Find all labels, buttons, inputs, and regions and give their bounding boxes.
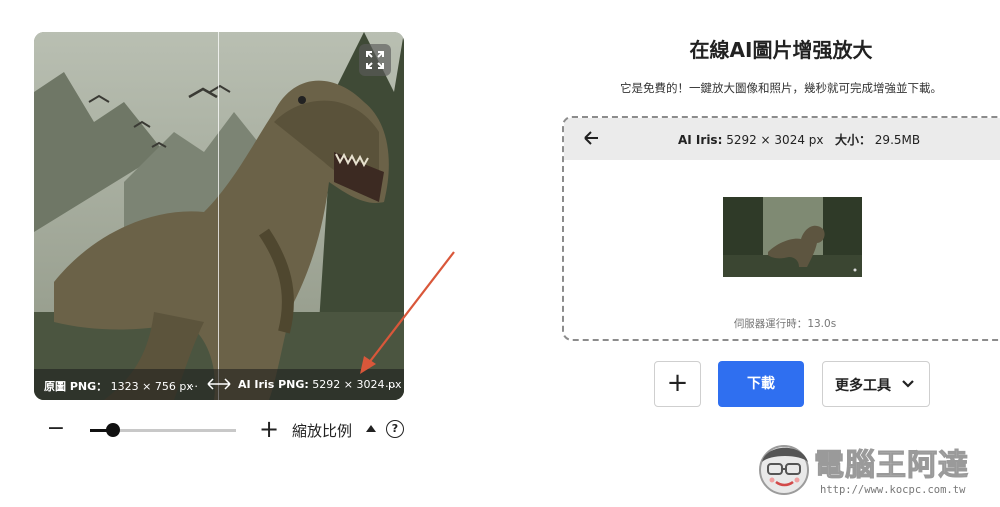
caret-up-icon[interactable] (366, 425, 376, 432)
result-model: AI Iris: (678, 133, 723, 147)
swap-arrows-icon (207, 378, 231, 390)
watermark-title: 電腦王阿達 (814, 448, 969, 484)
result-size-value: 29.5MB (874, 133, 921, 147)
original-info: 原圖 PNG： 1323 × 756 px (44, 378, 193, 394)
watermark-url: http://www.kocpc.com.tw (820, 484, 966, 496)
watermark: 電腦王阿達 http://www.kocpc.com.tw (754, 434, 996, 502)
server-runtime-value: 13.0s (807, 318, 837, 330)
back-arrow-icon[interactable] (582, 129, 600, 147)
result-dimensions: 5292 × 3024 px (726, 133, 824, 147)
download-button[interactable]: 下載 (718, 361, 804, 407)
annotation-arrow (360, 251, 455, 374)
help-icon[interactable]: ? (386, 420, 404, 438)
result-card: AI Iris: 5292 × 3024 px 大小： 29.5MB 伺服器運行… (562, 116, 1000, 341)
dinosaur-preview-image (34, 32, 404, 400)
expand-icon (366, 51, 384, 69)
server-runtime-label: 伺服器運行時： (733, 318, 808, 330)
original-more-button[interactable]: … (187, 377, 198, 390)
page-title: 在線AI圖片增强放大 (689, 38, 873, 62)
add-image-button[interactable]: + (654, 361, 701, 407)
server-runtime: 伺服器運行時：13.0s (564, 316, 1000, 331)
comparison-divider[interactable] (218, 32, 219, 400)
mascot-logo-icon (759, 445, 809, 495)
zoom-in-button[interactable]: + (258, 417, 280, 442)
zoom-slider-thumb[interactable] (106, 423, 121, 437)
comparison-info-bar: 原圖 PNG： 1323 × 756 px … AI Iris PNG: 529… (34, 369, 404, 400)
original-label: 原圖 PNG： (44, 380, 108, 393)
ai-info: AI Iris PNG: 5292 × 3024 px (238, 378, 401, 391)
chevron-down-icon (902, 380, 914, 388)
result-header: AI Iris: 5292 × 3024 px 大小： 29.5MB (564, 118, 1000, 160)
comparison-preview[interactable]: 原圖 PNG： 1323 × 756 px … AI Iris PNG: 529… (34, 32, 404, 400)
more-tools-label: 更多工具 (835, 378, 891, 394)
ai-more-button[interactable]: … (385, 377, 396, 390)
fullscreen-button[interactable] (359, 44, 391, 76)
zoom-label: 縮放比例 (292, 422, 353, 440)
result-info: AI Iris: 5292 × 3024 px 大小： 29.5MB (678, 131, 920, 148)
zoom-out-button[interactable]: − (46, 418, 66, 442)
more-tools-button[interactable]: 更多工具 (822, 361, 930, 407)
result-thumbnail[interactable] (723, 197, 862, 277)
original-size: 1323 × 756 px (110, 380, 193, 393)
result-thumbnail-image (723, 197, 862, 277)
ai-label: AI Iris PNG: (238, 378, 309, 391)
page-subtitle: 它是免費的！一鍵放大圖像和照片，幾秒就可完成增強並下載。 (620, 81, 942, 95)
zoom-controls: − + 縮放比例 ? (34, 416, 414, 444)
result-size-label: 大小： (834, 133, 871, 147)
zoom-slider[interactable] (90, 423, 236, 437)
